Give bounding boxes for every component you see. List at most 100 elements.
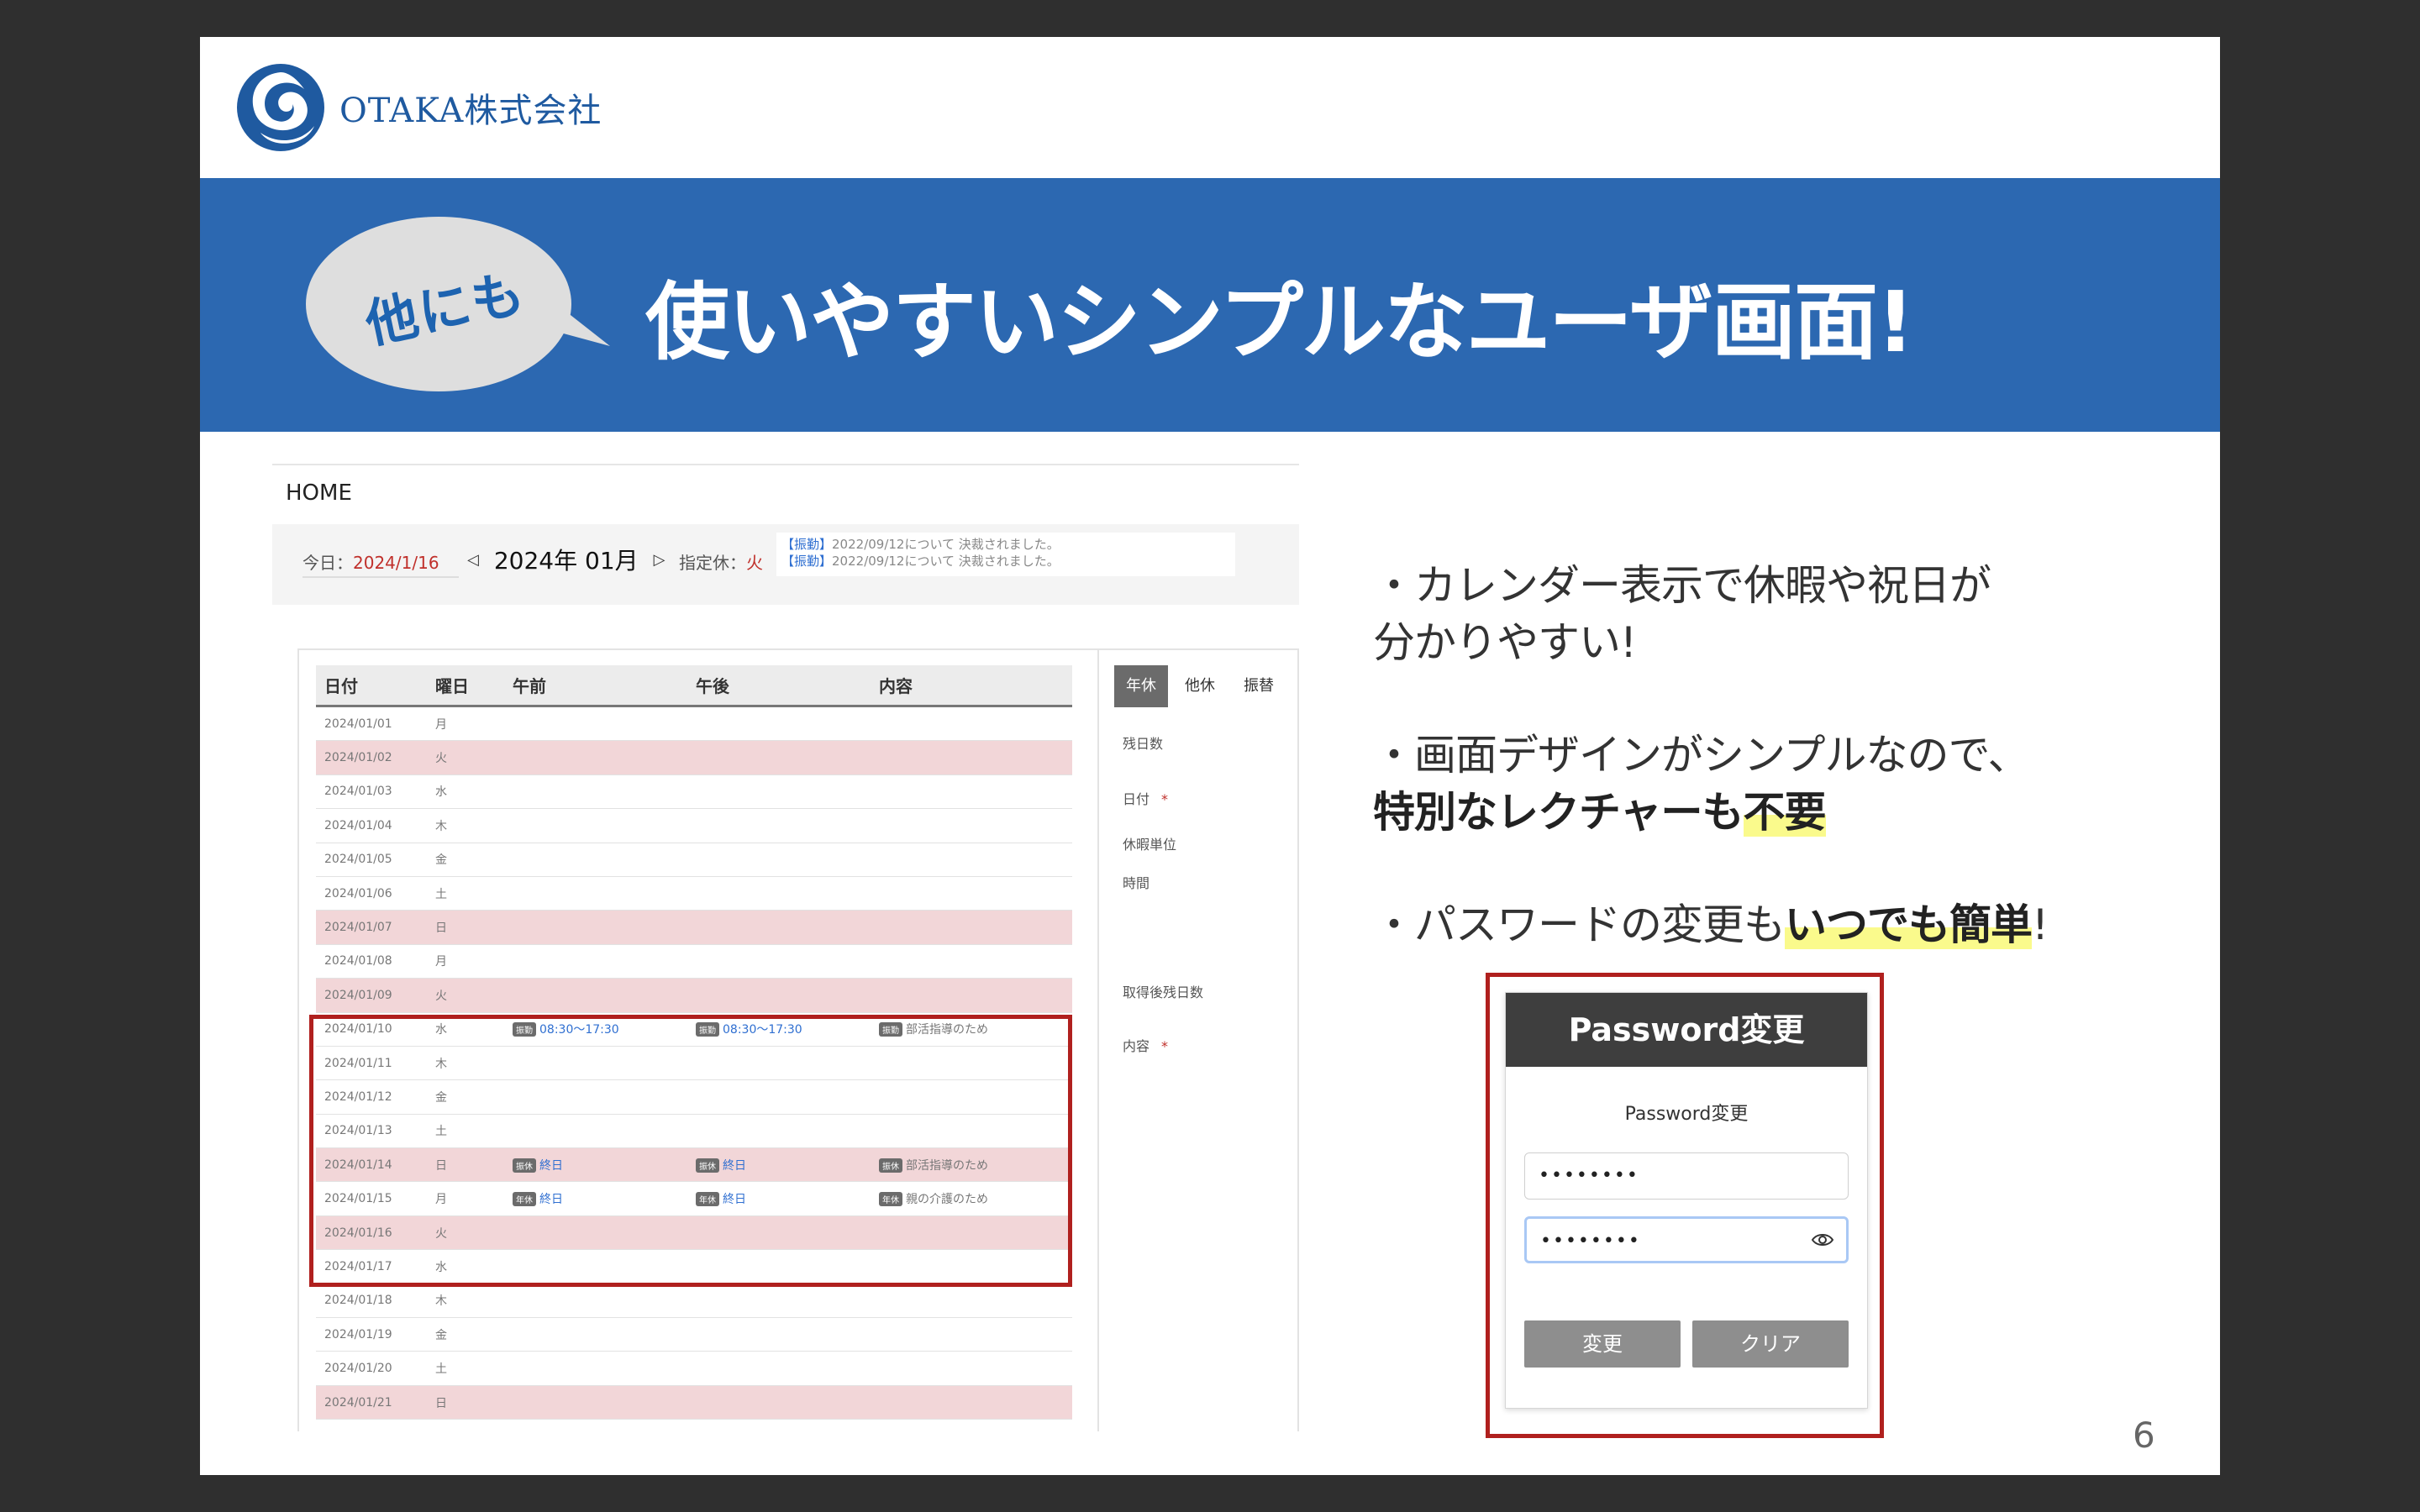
password-highlight-frame: Password変更 Password変更 •••••••• •••••••• …	[1486, 973, 1884, 1438]
cell-date-value: 2024/01/09	[324, 988, 392, 1002]
bullet-3-suffix: !	[2032, 900, 2049, 949]
table-row[interactable]: 2024/01/19 金	[316, 1318, 1072, 1352]
next-month-icon[interactable]: ▷	[654, 551, 666, 569]
eye-icon[interactable]	[1811, 1231, 1834, 1249]
table-row[interactable]: 2024/01/04 木	[316, 809, 1072, 843]
cell-day-value: 日	[435, 1396, 447, 1410]
tab-business-trip[interactable]: 出張	[1291, 665, 1299, 707]
table-row[interactable]: 2024/01/02 火	[316, 741, 1072, 775]
cell-day: 月	[430, 716, 511, 732]
designated-holiday: 指定休：火	[679, 549, 763, 574]
cell-day: 水	[430, 783, 511, 800]
tab-substitute[interactable]: 振替	[1232, 665, 1286, 707]
col-date: 日付	[324, 676, 358, 696]
notice-tag: 【振勤】	[781, 554, 833, 569]
logo-wave-icon	[237, 64, 324, 151]
table-row[interactable]: 2024/01/18 木	[316, 1284, 1072, 1319]
cell-date: 2024/01/04	[316, 819, 430, 832]
col-am: 午前	[513, 676, 546, 696]
cell-date-value: 2024/01/19	[324, 1327, 392, 1341]
table-row[interactable]: 2024/01/07 日	[316, 911, 1072, 945]
cell-day: 火	[430, 749, 511, 766]
calendar-app-screenshot: HOME 今日：2024/1/16 ◁ 2024年 01月 ▷ 指定休：火 【振…	[272, 464, 1299, 1431]
confirm-password-field[interactable]: ••••••••	[1524, 1216, 1849, 1263]
cell-date-value: 2024/01/04	[324, 818, 392, 832]
required-mark: *	[1161, 791, 1169, 807]
cell-date-value: 2024/01/20	[324, 1362, 392, 1376]
cell-day: 日	[430, 919, 511, 936]
highlight-frame	[309, 1015, 1072, 1287]
cell-date: 2024/01/03	[316, 785, 430, 798]
leave-unit-label: 休暇単位	[1123, 837, 1177, 853]
confirm-password-value: ••••••••	[1540, 1231, 1641, 1252]
breadcrumb[interactable]: HOME	[286, 480, 352, 506]
notice-item[interactable]: 【振勤】2022/09/12について 決裁されました。	[781, 553, 1230, 570]
cell-day-value: 日	[435, 921, 447, 936]
cell-date: 2024/01/09	[316, 989, 430, 1002]
content-label: 内容 *	[1123, 1035, 1168, 1055]
cell-day-value: 月	[435, 717, 447, 732]
bullet-2-highlight: 不要	[1743, 788, 1827, 837]
cell-date-value: 2024/01/06	[324, 886, 392, 900]
table-row[interactable]: 2024/01/20 土	[316, 1352, 1072, 1386]
cell-date: 2024/01/18	[316, 1294, 430, 1307]
cell-day: 土	[430, 885, 511, 902]
change-button[interactable]: 変更	[1524, 1320, 1681, 1368]
cell-day: 火	[430, 987, 511, 1004]
calendar-panel: 日付 曜日 午前 午後 内容 2024/01/01 月 2024/01/02 火 202…	[297, 648, 1299, 1431]
cell-day-value: 土	[435, 887, 447, 901]
cell-day-value: 木	[435, 1294, 447, 1309]
prev-month-icon[interactable]: ◁	[467, 551, 479, 569]
cell-day: 日	[430, 1394, 511, 1411]
cell-day: 金	[430, 851, 511, 868]
cell-date: 2024/01/05	[316, 853, 430, 866]
notice-text: 2022/09/12について 決裁されました。	[832, 537, 1060, 552]
today-display: 今日：2024/1/16	[302, 549, 439, 574]
cell-date-value: 2024/01/07	[324, 921, 392, 935]
table-row[interactable]: 2024/01/08 月	[316, 945, 1072, 979]
password-dialog-subtitle: Password変更	[1624, 1104, 1749, 1125]
cell-day: 木	[430, 817, 511, 834]
cell-date-value: 2024/01/18	[324, 1294, 392, 1308]
cell-date-value: 2024/01/02	[324, 751, 392, 765]
bullet-3: ・パスワードの変更もいつでも簡単!	[1373, 895, 2049, 954]
cell-day-value: 火	[435, 752, 447, 766]
table-row[interactable]: 2024/01/21 日	[316, 1385, 1072, 1420]
clear-button[interactable]: クリア	[1692, 1320, 1849, 1368]
date-field-label: 日付 *	[1123, 788, 1168, 808]
table-row[interactable]: 2024/01/06 土	[316, 877, 1072, 911]
bullet-2-strong: 特別なレクチャーも	[1373, 788, 1744, 837]
page-number: 6	[2133, 1415, 2155, 1456]
notice-tag: 【振勤】	[781, 537, 833, 552]
cell-day: 金	[430, 1326, 511, 1343]
time-label: 時間	[1123, 875, 1150, 891]
cell-date: 2024/01/19	[316, 1328, 430, 1341]
app-toolbar: 今日：2024/1/16 ◁ 2024年 01月 ▷ 指定休：火 【振勤】202…	[272, 524, 1299, 605]
table-row[interactable]: 2024/01/05 金	[316, 843, 1072, 877]
table-row[interactable]: 2024/01/03 水	[316, 775, 1072, 810]
col-pm: 午後	[696, 676, 729, 696]
cell-day: 木	[430, 1292, 511, 1309]
notice-box: 【振勤】2022/09/12について 決裁されました。 【振勤】2022/09/…	[776, 533, 1235, 576]
password-dialog: Password変更 Password変更 •••••••• •••••••• …	[1505, 992, 1868, 1409]
cell-day-value: 土	[435, 1362, 447, 1377]
col-note: 内容	[879, 676, 913, 696]
content-label-text: 内容	[1123, 1038, 1150, 1054]
leave-type-tabs: 年休 他休 振替 出張	[1114, 665, 1299, 707]
cell-date: 2024/01/01	[316, 717, 430, 731]
cell-date-value: 2024/01/01	[324, 717, 392, 731]
cell-date: 2024/01/21	[316, 1396, 430, 1410]
remaining-days-label: 残日数	[1123, 736, 1164, 752]
col-day: 曜日	[435, 676, 469, 696]
table-row[interactable]: 2024/01/01 月	[316, 707, 1072, 742]
divider	[272, 464, 1299, 465]
tab-other-leave[interactable]: 他休	[1173, 665, 1227, 707]
table-row[interactable]: 2024/01/09 火	[316, 979, 1072, 1013]
tab-annual-leave[interactable]: 年休	[1114, 665, 1168, 707]
cell-date-value: 2024/01/08	[324, 954, 392, 969]
divider	[1097, 650, 1099, 1431]
required-mark: *	[1161, 1038, 1169, 1054]
password-field[interactable]: ••••••••	[1524, 1152, 1849, 1200]
month-navigator: ◁ 2024年 01月 ▷	[467, 543, 665, 576]
notice-item[interactable]: 【振勤】2022/09/12について 決裁されました。	[781, 536, 1230, 553]
